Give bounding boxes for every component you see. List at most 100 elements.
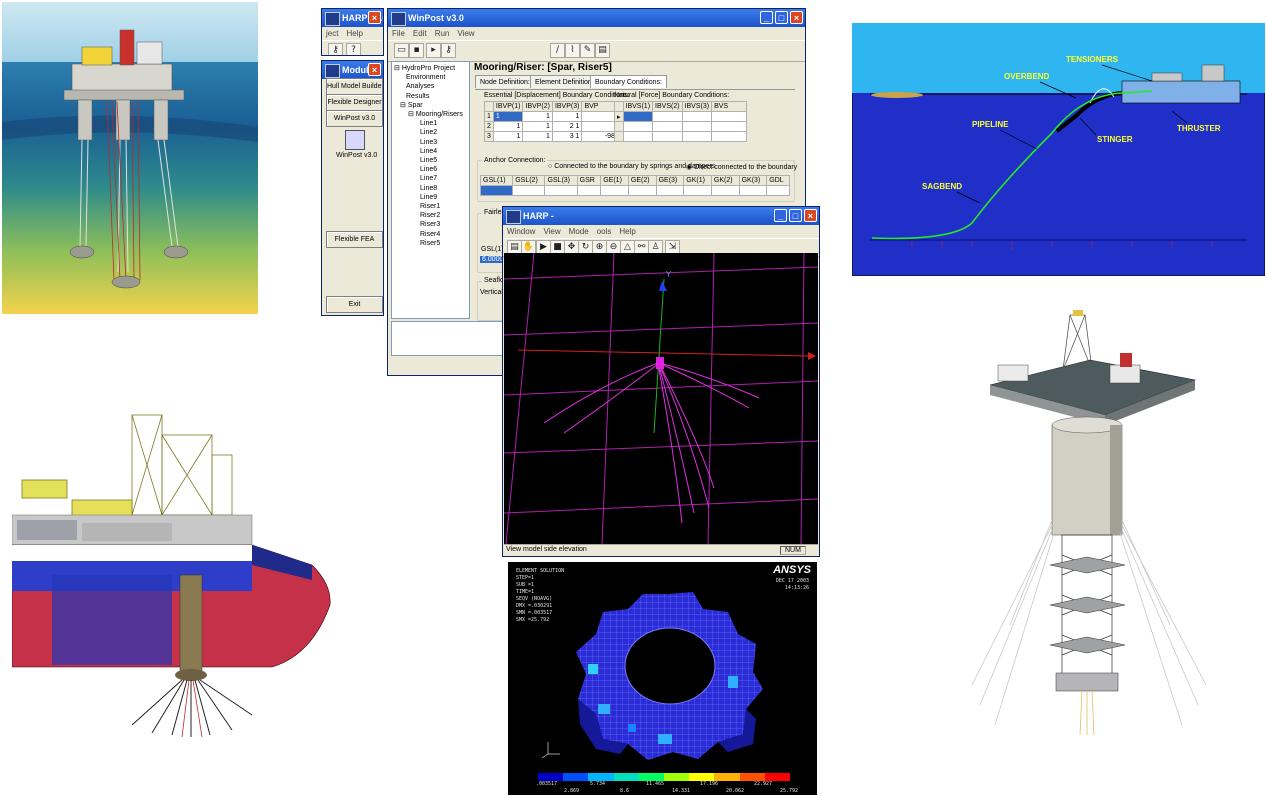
table-cell[interactable]: 1: [492, 111, 524, 122]
tree-item[interactable]: Line7: [394, 174, 463, 183]
table-cell[interactable]: 1: [551, 111, 583, 122]
table-cell[interactable]: [710, 185, 740, 196]
tree-item[interactable]: Line6: [394, 165, 463, 174]
hull-model-builder-button[interactable]: Hull Model Builder: [326, 78, 383, 95]
pen-icon[interactable]: ✎: [580, 43, 595, 58]
harp-main-titlebar[interactable]: HARP v2.0 ×: [322, 9, 383, 27]
maximize-icon[interactable]: □: [775, 11, 788, 24]
menu-run[interactable]: Run: [435, 29, 450, 38]
plot-icon[interactable]: ⌇: [565, 43, 580, 58]
tree-item[interactable]: Line9: [394, 193, 463, 202]
run-icon[interactable]: ▸: [426, 43, 441, 58]
table-cell[interactable]: [544, 185, 578, 196]
flexible-fea-button[interactable]: Flexible FEA: [326, 231, 383, 248]
table-cell[interactable]: [681, 131, 713, 142]
tree-item[interactable]: Riser1: [394, 202, 463, 211]
table-cell[interactable]: [627, 185, 657, 196]
close-icon[interactable]: ×: [804, 209, 817, 222]
winpost-button[interactable]: WinPost v3.0: [326, 110, 383, 127]
tab-element-definition[interactable]: Element Definition:: [530, 75, 599, 88]
save-icon[interactable]: ▪: [409, 43, 424, 58]
tree-item[interactable]: Line5: [394, 156, 463, 165]
harp-view-titlebar[interactable]: HARP - _ □ ×: [503, 207, 819, 225]
table-cell[interactable]: [711, 131, 748, 142]
table-cell[interactable]: [766, 185, 790, 196]
menu-mode[interactable]: Mode: [569, 227, 589, 236]
table-cell[interactable]: [652, 111, 683, 122]
winpost-module-panel[interactable]: WinPost v3.0: [326, 128, 383, 164]
model-viewport[interactable]: Y: [504, 253, 818, 544]
tree-item[interactable]: Riser4: [394, 230, 463, 239]
menu-tools[interactable]: ools: [597, 227, 612, 236]
table-cell[interactable]: 1: [522, 121, 553, 132]
table-cell[interactable]: 1: [522, 131, 553, 142]
tree-item[interactable]: Environment: [394, 73, 463, 82]
menu-file[interactable]: File: [392, 29, 405, 38]
table-cell[interactable]: [738, 185, 768, 196]
tab-node-definition[interactable]: Node Definition:: [475, 75, 535, 88]
table-row[interactable]: ▸: [614, 111, 748, 122]
tree-item[interactable]: Line2: [394, 128, 463, 137]
exit-button[interactable]: Exit: [326, 296, 383, 313]
table-cell[interactable]: [652, 131, 683, 142]
essential-bc-table[interactable]: IBVP(1) IBVP(2) IBVP(3) BVP 1 1 1 1 3.81…: [484, 101, 636, 142]
tree-item-mooring[interactable]: ⊟ Mooring/Risers: [394, 110, 463, 119]
table-row[interactable]: 3 1 1 3 1 -986.333: [484, 131, 636, 142]
table-cell[interactable]: [711, 121, 748, 132]
table-cell[interactable]: 1: [492, 121, 524, 132]
table-cell[interactable]: 3 1: [551, 131, 583, 142]
key-icon[interactable]: ⚷: [441, 43, 456, 58]
flexible-designer-button[interactable]: Flexible Designer: [326, 94, 383, 111]
tab-boundary-conditions[interactable]: Boundary Conditions:: [590, 75, 667, 88]
table-cell[interactable]: [655, 185, 685, 196]
maximize-icon[interactable]: □: [789, 209, 802, 222]
table-row[interactable]: 1 1 1 1 3.81: [484, 111, 636, 122]
minimize-icon[interactable]: _: [760, 11, 773, 24]
table-row[interactable]: 2 1 1 2 1 0: [484, 121, 636, 132]
table-cell[interactable]: [600, 185, 629, 196]
close-icon[interactable]: ×: [368, 63, 381, 76]
table-row[interactable]: [479, 185, 790, 196]
draw-icon[interactable]: ∕: [550, 43, 565, 58]
table-cell[interactable]: [622, 111, 654, 122]
natural-bc-table[interactable]: IBVS(1) IBVS(2) IBVS(3) BVS ▸: [614, 101, 748, 142]
close-icon[interactable]: ×: [790, 11, 803, 24]
modules-titlebar[interactable]: Modules ×: [322, 61, 383, 79]
menu-help[interactable]: Help: [619, 227, 635, 236]
tree-item[interactable]: Results: [394, 92, 463, 101]
tree-item[interactable]: Riser3: [394, 220, 463, 229]
tree-item-spar[interactable]: ⊟ Spar: [394, 101, 463, 110]
key-icon[interactable]: ⚷: [328, 43, 343, 55]
table-cell[interactable]: [681, 121, 713, 132]
help-book-icon[interactable]: ?: [346, 43, 361, 55]
table-cell[interactable]: [576, 185, 602, 196]
table-cell[interactable]: [652, 121, 683, 132]
table-row[interactable]: [614, 121, 748, 132]
close-icon[interactable]: ×: [368, 11, 381, 24]
table-cell[interactable]: 2 1: [551, 121, 583, 132]
menu-edit[interactable]: Edit: [413, 29, 427, 38]
menu-view[interactable]: View: [543, 227, 560, 236]
anchor-option-direct[interactable]: ◉ Direct connected to the boundary: [686, 163, 797, 171]
table-cell[interactable]: 1: [492, 131, 524, 142]
menu-view[interactable]: View: [457, 29, 474, 38]
minimize-icon[interactable]: _: [774, 209, 787, 222]
table-row[interactable]: [614, 131, 748, 142]
table-cell[interactable]: 1: [522, 111, 553, 122]
table-cell[interactable]: [683, 185, 712, 196]
tree-item[interactable]: Line8: [394, 184, 463, 193]
menu-help[interactable]: Help: [346, 29, 362, 38]
tree-item[interactable]: Line3: [394, 138, 463, 147]
tree-item[interactable]: Line1: [394, 119, 463, 128]
table-cell[interactable]: [681, 111, 713, 122]
open-folder-icon[interactable]: ▭: [394, 43, 409, 58]
winpost-module-icon[interactable]: [345, 130, 365, 150]
report-icon[interactable]: ▤: [595, 43, 610, 58]
table-cell[interactable]: [622, 131, 654, 142]
winpost-titlebar[interactable]: WinPost v3.0 _ □ ×: [388, 9, 805, 27]
tree-item[interactable]: Riser5: [394, 239, 463, 248]
tree-item-project[interactable]: ⊟ HydroPro Project: [394, 64, 463, 73]
table-cell[interactable]: [622, 121, 654, 132]
menu-project[interactable]: ject: [326, 29, 338, 38]
table-cell[interactable]: [479, 185, 514, 196]
